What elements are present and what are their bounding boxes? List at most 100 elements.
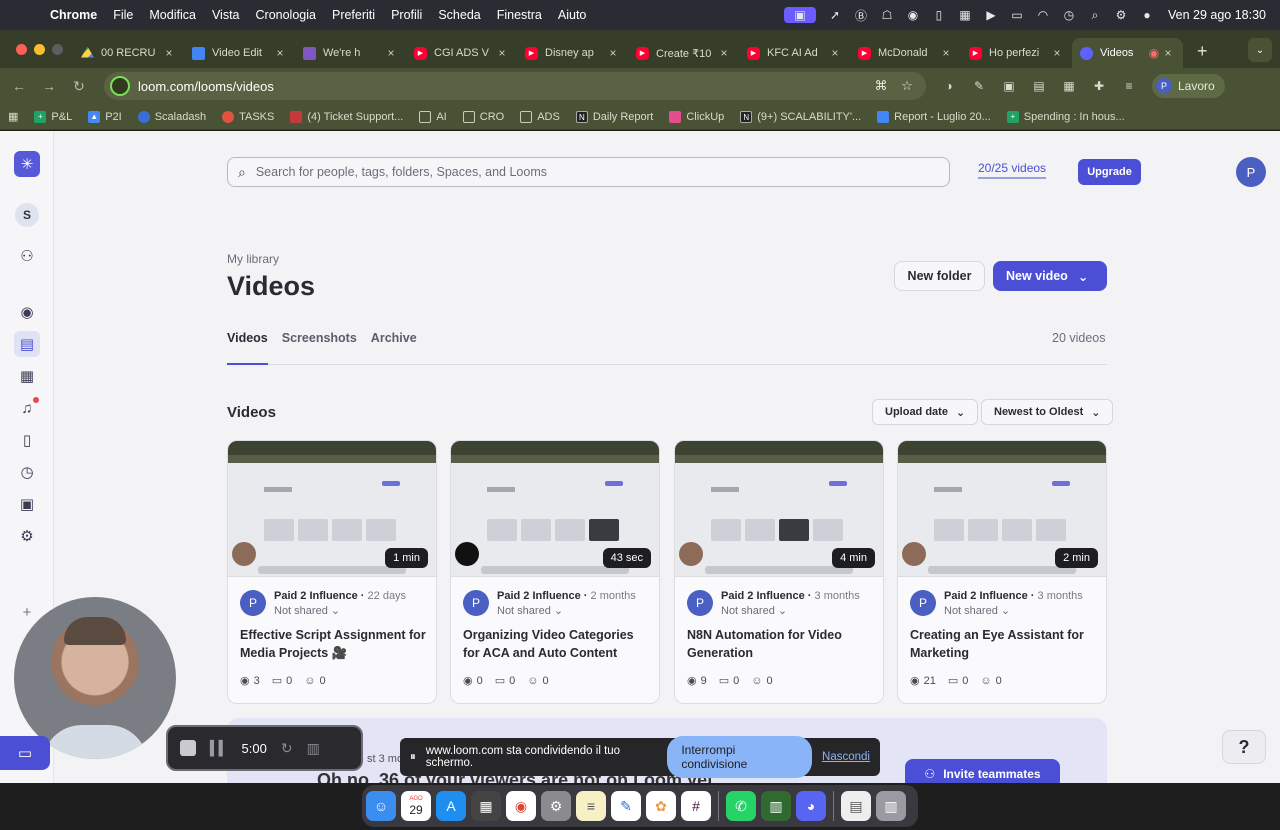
chrome-icon[interactable]: ◉ xyxy=(506,791,536,821)
settings-gear-icon[interactable]: ⚙ xyxy=(14,523,40,549)
tab-videos[interactable]: Videos xyxy=(227,327,268,365)
new-tab-button[interactable]: + xyxy=(1183,41,1218,68)
bookmark-folder[interactable]: CRO xyxy=(455,110,512,123)
close-tab-icon[interactable]: × xyxy=(939,46,953,60)
menu-app-name[interactable]: Chrome xyxy=(42,8,105,22)
sharing-dropdown[interactable]: Not shared ⌄ xyxy=(944,604,1083,617)
calendar-icon[interactable]: AGO 29 xyxy=(401,791,431,821)
help-button[interactable]: ? xyxy=(1222,730,1266,764)
menubar-datetime[interactable]: Ven 29 ago 18:30 xyxy=(1168,8,1266,22)
launchpad-icon[interactable]: ▦ xyxy=(471,791,501,821)
tab-search-button[interactable]: ⌄ xyxy=(1248,38,1272,62)
cast-icon[interactable]: ➚ xyxy=(824,7,846,23)
video-title[interactable]: Organizing Video Categories for ACA and … xyxy=(463,626,653,662)
bookmark-item[interactable]: + Spending : In hous... xyxy=(999,110,1133,123)
hide-share-bar-link[interactable]: Nascondi xyxy=(822,751,870,763)
bookmark-item[interactable]: ClickUp xyxy=(661,110,732,123)
bookmark-item[interactable]: N Daily Report xyxy=(568,110,662,123)
bookmark-star-icon[interactable]: ☆ xyxy=(894,78,920,94)
menu-cronologia[interactable]: Cronologia xyxy=(248,8,324,22)
note-extension-icon[interactable]: ▤ xyxy=(1024,79,1054,93)
close-window-button[interactable] xyxy=(16,44,27,55)
drag-handle-icon[interactable]: ⏸ xyxy=(410,751,416,764)
app-store-icon[interactable]: A xyxy=(436,791,466,821)
browser-tab[interactable]: ▶ McDonald × xyxy=(850,38,961,68)
menu-vista[interactable]: Vista xyxy=(204,8,248,22)
fullscreen-window-button[interactable] xyxy=(52,44,63,55)
document-icon[interactable]: ▤ xyxy=(841,791,871,821)
control-center-icon[interactable]: ⚙ xyxy=(1110,7,1132,23)
workspace-avatar[interactable]: S xyxy=(15,203,39,227)
camera-toggle-icon[interactable]: ▭ xyxy=(0,736,50,770)
video-title[interactable]: N8N Automation for Video Generation xyxy=(687,626,877,662)
video-thumbnail[interactable]: 1 min xyxy=(228,441,436,577)
sharing-dropdown[interactable]: Not shared ⌄ xyxy=(721,604,860,617)
grid-app-icon[interactable]: ▦ xyxy=(954,7,976,23)
video-card[interactable]: 1 min P Paid 2 Influence · 22 days Not s… xyxy=(227,440,437,704)
search-bar[interactable]: ⌕ Search for people, tags, folders, Spac… xyxy=(227,157,950,187)
menu-finestra[interactable]: Finestra xyxy=(489,8,550,22)
browser-tab[interactable]: ▶ Disney ap × xyxy=(517,38,628,68)
screen-record-status-icon[interactable]: ▣ xyxy=(783,7,816,23)
close-tab-icon[interactable]: × xyxy=(162,46,176,60)
whatsapp-icon[interactable]: ✆ xyxy=(726,791,756,821)
reload-button[interactable]: ↻ xyxy=(64,78,94,95)
microphone-icon[interactable]: ▯ xyxy=(928,7,950,23)
browser-tab[interactable]: ▶ CGI ADS V × xyxy=(406,38,517,68)
system-settings-icon[interactable]: ⚙ xyxy=(541,791,571,821)
browser-tab[interactable]: ▶ Ho perfezi × xyxy=(961,38,1072,68)
restart-icon[interactable]: ↻ xyxy=(281,740,293,757)
menu-aiuto[interactable]: Aiuto xyxy=(550,8,595,22)
profile-icon[interactable]: ◉ xyxy=(14,299,40,325)
siri-icon[interactable]: ● xyxy=(1136,7,1158,23)
library-icon[interactable]: ▤ xyxy=(14,331,40,357)
battery-icon[interactable]: ▭ xyxy=(1006,7,1028,23)
menu-preferiti[interactable]: Preferiti xyxy=(324,8,383,22)
menu-file[interactable]: File xyxy=(105,8,141,22)
browser-tab-active[interactable]: Videos ◉ × xyxy=(1072,38,1183,68)
photos-icon[interactable]: ✿ xyxy=(646,791,676,821)
camera-bubble[interactable] xyxy=(14,597,176,759)
forward-button[interactable]: → xyxy=(34,78,64,94)
back-button[interactable]: ← xyxy=(4,78,34,94)
loom-logo-icon[interactable]: ✳ xyxy=(14,151,40,177)
new-folder-button[interactable]: New folder xyxy=(894,261,985,291)
user-avatar[interactable]: P xyxy=(1236,157,1266,187)
close-tab-icon[interactable]: × xyxy=(717,46,731,60)
video-thumbnail[interactable]: 4 min xyxy=(675,441,883,577)
translate-icon[interactable]: ⌘ xyxy=(868,78,894,94)
close-tab-icon[interactable]: × xyxy=(384,46,398,60)
circle-app-icon[interactable]: ◉ xyxy=(902,7,924,23)
browser-tab[interactable]: 00 RECRU × xyxy=(73,38,184,68)
video-card[interactable]: 2 min P Paid 2 Influence · 3 months Not … xyxy=(897,440,1107,704)
bookmark-item[interactable]: Report - Luglio 20... xyxy=(869,110,999,123)
discord-icon[interactable]: ◕ xyxy=(796,791,826,821)
wifi-icon[interactable]: ◠ xyxy=(1032,7,1054,23)
video-thumbnail[interactable]: 2 min xyxy=(898,441,1106,577)
sharing-dropdown[interactable]: Not shared ⌄ xyxy=(274,604,406,617)
video-card[interactable]: 43 sec P Paid 2 Influence · 2 months Not… xyxy=(450,440,660,704)
bell-icon[interactable]: ♫ xyxy=(14,395,40,421)
menu-modifica[interactable]: Modifica xyxy=(141,8,204,22)
browser-tab[interactable]: Video Edit × xyxy=(184,38,295,68)
pause-icon[interactable]: ▍▍ xyxy=(210,740,229,757)
b-app-icon[interactable]: Ⓑ xyxy=(850,7,872,23)
close-tab-icon[interactable]: × xyxy=(273,46,287,60)
video-title[interactable]: Effective Script Assignment for Media Pr… xyxy=(240,626,430,662)
bookmark-item[interactable]: (4) Ticket Support... xyxy=(282,110,411,123)
calendar-extension-icon[interactable]: ▦ xyxy=(1054,79,1084,93)
bookmark-item[interactable]: ▲ P2I xyxy=(80,110,130,123)
profile-button[interactable]: P Lavoro xyxy=(1152,74,1225,98)
close-tab-icon[interactable]: × xyxy=(606,46,620,60)
clock-icon[interactable]: ◷ xyxy=(1058,7,1080,23)
bookmark-folder[interactable]: ADS xyxy=(512,110,568,123)
close-tab-icon[interactable]: × xyxy=(828,46,842,60)
image-extension-icon[interactable]: ▣ xyxy=(994,79,1024,93)
slack-icon[interactable]: # xyxy=(681,791,711,821)
video-quota-link[interactable]: 20/25 videos xyxy=(978,161,1047,179)
bookmark-item[interactable]: TASKS xyxy=(214,110,282,123)
spotlight-search-icon[interactable]: ⌕ xyxy=(1084,7,1106,23)
bookmark-icon[interactable]: ▯ xyxy=(14,427,40,453)
bookmark-folder[interactable]: AI xyxy=(411,110,454,123)
video-card[interactable]: 4 min P Paid 2 Influence · 3 months Not … xyxy=(674,440,884,704)
